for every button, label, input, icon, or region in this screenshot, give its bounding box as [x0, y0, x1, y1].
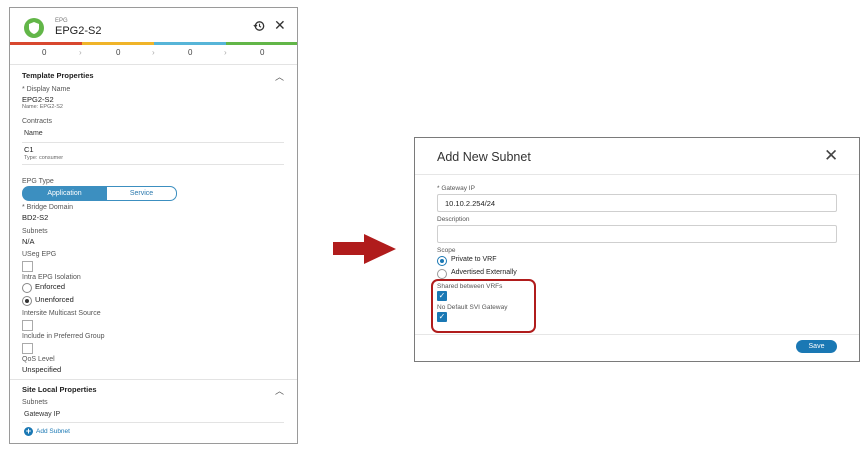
gateway-ip-label: * Gateway IP [437, 185, 475, 192]
bridge-domain-value[interactable]: BD2-S2 [22, 213, 48, 222]
gateway-ip-input[interactable]: 10.10.2.254/24 [437, 194, 837, 212]
advertised-externally-radio[interactable] [437, 269, 447, 279]
intersite-multicast-label: Intersite Multicast Source [22, 310, 101, 317]
divider [415, 174, 859, 175]
fault-count: 0 [260, 48, 265, 57]
health-stripe-blue [154, 42, 226, 45]
divider [22, 422, 284, 423]
gateway-ip-value: 10.10.2.254/24 [445, 199, 496, 208]
add-icon[interactable]: + [24, 427, 33, 436]
epg-shield-icon [24, 18, 44, 38]
dialog-title: Add New Subnet [437, 150, 531, 164]
add-subnet-link[interactable]: Add Subnet [36, 428, 70, 435]
private-to-vrf-label: Private to VRF [451, 256, 497, 263]
subnets-value: N/A [22, 237, 35, 246]
epg-type-tag: EPG [55, 18, 68, 24]
site-local-properties-heading: Site Local Properties [22, 385, 97, 394]
save-button[interactable]: Save [796, 340, 837, 353]
useg-epg-label: USeg EPG [22, 251, 57, 258]
name-note: Name: EPG2-S2 [22, 104, 63, 110]
add-subnet-dialog: Add New Subnet ✕ * Gateway IP 10.10.2.25… [414, 137, 860, 362]
fault-count: 0 [116, 48, 121, 57]
epg-type-service-button[interactable]: Service [106, 186, 177, 201]
close-icon[interactable]: ✕ [824, 146, 838, 166]
qos-level-label: QoS Level [22, 356, 55, 363]
contracts-name-header: Name [24, 130, 43, 137]
divider [22, 142, 284, 143]
health-stripe-green [226, 42, 297, 45]
intra-epg-isolation-label: Intra EPG Isolation [22, 274, 81, 281]
contracts-label: Contracts [22, 118, 52, 125]
template-properties-heading: Template Properties [22, 71, 94, 80]
close-icon[interactable]: ✕ [274, 17, 286, 34]
highlight-box [431, 279, 536, 333]
contract-name[interactable]: C1 [24, 145, 34, 154]
scope-label: Scope [437, 247, 456, 254]
description-input[interactable] [437, 225, 837, 243]
history-icon[interactable] [253, 20, 265, 35]
health-stripe-yellow [82, 42, 154, 45]
enforced-label: Enforced [35, 282, 66, 291]
epg-title: EPG2-S2 [55, 25, 102, 37]
intersite-multicast-checkbox[interactable] [22, 320, 33, 331]
qos-level-value[interactable]: Unspecified [22, 365, 61, 374]
subnets-label: Subnets [22, 228, 48, 235]
epg-type-label: EPG Type [22, 178, 54, 185]
count-separator: › [224, 48, 227, 57]
count-separator: › [152, 48, 155, 57]
arrow-shaft [333, 242, 365, 255]
preferred-group-label: Include in Preferred Group [22, 333, 105, 340]
description-label: Description [437, 216, 470, 223]
divider [415, 334, 859, 335]
chevron-up-icon[interactable]: ︿ [275, 384, 284, 397]
advertised-externally-label: Advertised Externally [451, 269, 517, 276]
epg-type-application-button[interactable]: Application [22, 186, 107, 201]
chevron-up-icon[interactable]: ︿ [275, 70, 284, 83]
display-name-value: EPG2-S2 [22, 95, 54, 104]
divider [22, 164, 284, 165]
count-separator: › [79, 48, 82, 57]
fault-count: 0 [188, 48, 193, 57]
preferred-group-checkbox[interactable] [22, 343, 33, 354]
bridge-domain-label: * Bridge Domain [22, 204, 73, 211]
unenforced-radio[interactable] [22, 296, 32, 306]
site-subnets-label: Subnets [22, 399, 48, 406]
divider [10, 64, 297, 65]
contract-type: Type: consumer [24, 155, 64, 161]
epg-properties-panel: EPG EPG2-S2 ✕ 0 › 0 › 0 › 0 Template Pro… [9, 7, 298, 444]
gateway-ip-header: Gateway IP [24, 411, 61, 418]
unenforced-label: Unenforced [35, 295, 74, 304]
display-name-label: * Display Name [22, 86, 71, 93]
private-to-vrf-radio[interactable] [437, 256, 447, 266]
health-stripe-red [10, 42, 82, 45]
right-arrow-icon [364, 234, 396, 264]
divider [10, 379, 297, 380]
enforced-radio[interactable] [22, 283, 32, 293]
fault-count: 0 [42, 48, 47, 57]
useg-epg-checkbox[interactable] [22, 261, 33, 272]
